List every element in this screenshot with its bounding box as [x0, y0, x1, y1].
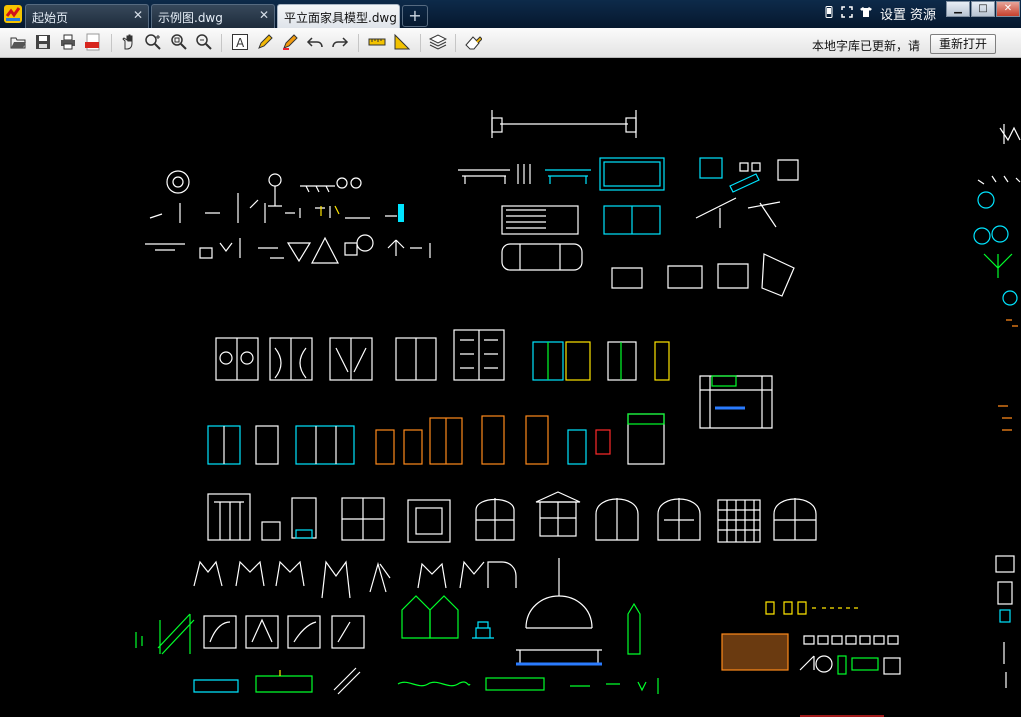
tab-furniture-model-dwg[interactable]: 平立面家具模型.dwg [277, 4, 400, 28]
zoom-window-icon[interactable] [170, 33, 188, 51]
lamp-symbols [145, 170, 431, 264]
section-detail [699, 375, 773, 429]
toolbar-separator [455, 34, 456, 52]
resources-link[interactable]: 资源 [910, 4, 936, 23]
minimize-button[interactable]: ▁ [946, 1, 970, 17]
toolbar: A 本地字库已更新，请 重新打开 [0, 28, 1021, 58]
new-tab-button[interactable]: + [402, 5, 428, 27]
settings-link[interactable]: 设置 [880, 4, 906, 23]
font-updated-notice: 本地字库已更新，请 [812, 39, 921, 53]
svg-text:A: A [236, 36, 245, 50]
save-icon[interactable] [34, 33, 52, 51]
tab-example-dwg[interactable]: 示例图.dwg ✕ [151, 4, 275, 28]
layers-icon[interactable] [429, 33, 447, 51]
door-elevations-row1 [215, 329, 505, 381]
maximize-icon: □ [978, 3, 988, 14]
app-logo-icon [4, 5, 22, 23]
close-button[interactable]: ✕ [996, 1, 1020, 17]
furniture-blocks [458, 110, 799, 297]
text-icon[interactable]: A [231, 33, 249, 51]
toolbar-separator [358, 34, 359, 52]
close-tab-icon[interactable]: ✕ [133, 8, 143, 22]
sliding-doors [532, 341, 670, 381]
redo-icon[interactable] [331, 33, 349, 51]
curtain-symbols [193, 560, 517, 599]
cad-drawing [135, 110, 1021, 717]
pencil-icon[interactable] [256, 33, 274, 51]
tab-label: 平立面家具模型.dwg [284, 11, 397, 25]
highlighter-icon[interactable] [281, 33, 299, 51]
tab-label: 示例图.dwg [158, 11, 223, 25]
railings-and-decor [135, 558, 659, 695]
drawing-canvas[interactable] [0, 58, 1021, 717]
pdf-icon[interactable] [84, 33, 102, 51]
minimize-icon: ▁ [954, 3, 962, 14]
close-icon: ✕ [1003, 3, 1013, 14]
open-icon[interactable] [9, 33, 27, 51]
fullscreen-icon[interactable] [841, 6, 853, 18]
reopen-button[interactable]: 重新打开 [930, 34, 996, 54]
tab-bar: 起始页 ✕ 示例图.dwg ✕ 平立面家具模型.dwg + 设置 资源 ▁ □ … [0, 0, 1021, 28]
shirt-icon[interactable] [860, 6, 872, 18]
decor-panels [721, 601, 901, 717]
eraser-icon[interactable] [464, 33, 482, 51]
door-elevations-row2 [207, 413, 665, 465]
measure-icon[interactable] [368, 33, 386, 51]
maximize-button[interactable]: □ [971, 1, 995, 17]
toolbar-separator [420, 34, 421, 52]
toolbar-separator [111, 34, 112, 52]
undo-icon[interactable] [306, 33, 324, 51]
close-tab-icon[interactable]: ✕ [259, 8, 269, 22]
toolbar-separator [221, 34, 222, 52]
window-elevations [207, 491, 817, 543]
print-icon[interactable] [59, 33, 77, 51]
zoom-extents-icon[interactable] [195, 33, 213, 51]
right-edge-symbols [973, 124, 1021, 688]
pan-icon[interactable] [119, 33, 137, 51]
zoom-realtime-icon[interactable] [144, 33, 162, 51]
tab-label: 起始页 [32, 11, 69, 25]
area-measure-icon[interactable] [393, 33, 411, 51]
tab-start-page[interactable]: 起始页 ✕ [25, 4, 149, 28]
phone-icon[interactable] [823, 6, 835, 18]
